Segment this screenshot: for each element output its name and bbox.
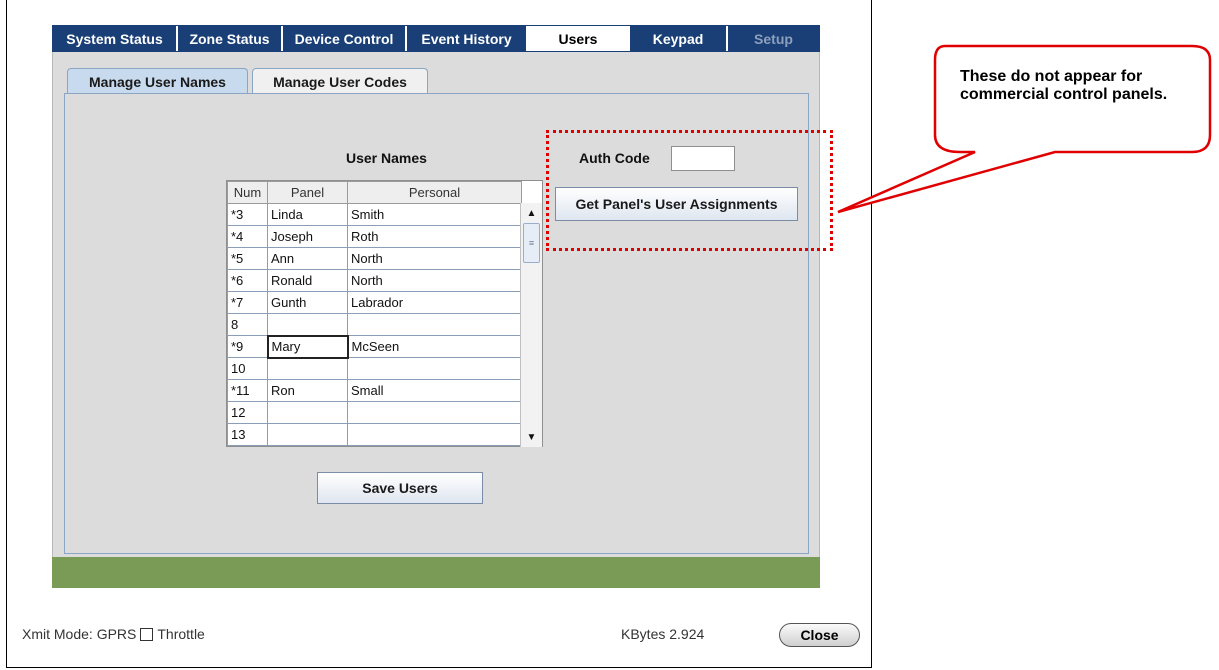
callout-text: These do not appear for commercial contr… bbox=[960, 68, 1168, 103]
tab-system-status[interactable]: System Status bbox=[53, 26, 178, 51]
personal-name-cell[interactable]: Small bbox=[347, 379, 522, 402]
column-header-personal[interactable]: Personal bbox=[347, 181, 522, 204]
column-header-num[interactable]: Num bbox=[227, 181, 268, 204]
kbytes-readout: KBytes 2.924 bbox=[621, 626, 705, 642]
personal-name-cell[interactable] bbox=[347, 423, 522, 446]
table-row[interactable]: *11 Ron Small bbox=[227, 379, 522, 402]
row-num-cell: *6 bbox=[227, 269, 268, 292]
panel-name-cell[interactable]: Mary bbox=[266, 334, 349, 359]
throttle-label: Throttle bbox=[157, 626, 205, 642]
user-names-table: Num Panel Personal *3 Linda Smith *4 Joseph R… bbox=[226, 180, 543, 447]
panel-name-cell[interactable] bbox=[267, 423, 348, 446]
throttle-checkbox[interactable] bbox=[140, 627, 154, 641]
panel-name-cell[interactable]: Linda bbox=[267, 203, 348, 226]
row-num-cell: 12 bbox=[227, 401, 268, 424]
scroll-up-icon[interactable]: ▲ bbox=[521, 203, 542, 223]
personal-name-cell[interactable] bbox=[347, 357, 522, 380]
personal-name-cell[interactable]: North bbox=[347, 269, 522, 292]
tab-users[interactable]: Users bbox=[528, 26, 630, 51]
table-row[interactable]: 10 bbox=[227, 357, 522, 380]
table-row[interactable]: *4 Joseph Roth bbox=[227, 225, 522, 248]
scroll-down-icon[interactable]: ▼ bbox=[521, 427, 542, 447]
panel-name-cell[interactable] bbox=[267, 401, 348, 424]
table-row[interactable]: *7 Gunth Labrador bbox=[227, 291, 522, 314]
column-header-panel[interactable]: Panel bbox=[267, 181, 348, 204]
table-row[interactable]: 8 bbox=[227, 313, 522, 336]
save-users-button[interactable]: Save Users bbox=[317, 472, 483, 504]
table-row[interactable]: *9 Mary McSeen bbox=[227, 334, 522, 359]
subtab-manage-user-codes[interactable]: Manage User Codes bbox=[252, 68, 428, 94]
table-row[interactable]: 13 bbox=[227, 423, 522, 446]
top-nav: System Status Zone Status Device Control… bbox=[52, 25, 820, 52]
row-num-cell: 13 bbox=[227, 423, 268, 446]
tab-setup: Setup bbox=[754, 30, 793, 47]
personal-name-cell[interactable] bbox=[347, 313, 522, 336]
xmit-mode-text: Xmit Mode: GPRS bbox=[22, 626, 137, 642]
tab-zone-status[interactable]: Zone Status bbox=[178, 26, 283, 51]
scroll-thumb[interactable]: ≡ bbox=[523, 223, 540, 263]
row-num-cell: *7 bbox=[227, 291, 268, 314]
highlight-box bbox=[546, 130, 833, 251]
table-row[interactable]: *3 Linda Smith bbox=[227, 203, 522, 226]
status-color-bar bbox=[52, 557, 820, 588]
subtab-manage-user-names[interactable]: Manage User Names bbox=[67, 68, 248, 95]
user-names-title: User Names bbox=[346, 150, 427, 166]
panel-name-cell[interactable] bbox=[267, 313, 348, 336]
personal-name-cell[interactable]: McSeen bbox=[347, 335, 522, 358]
personal-name-cell[interactable] bbox=[347, 401, 522, 424]
panel-name-cell[interactable]: Ronald bbox=[267, 269, 348, 292]
personal-name-cell[interactable]: Smith bbox=[347, 203, 522, 226]
tab-event-history[interactable]: Event History bbox=[407, 26, 528, 51]
tab-device-control[interactable]: Device Control bbox=[283, 26, 407, 51]
row-num-cell: *9 bbox=[227, 335, 268, 358]
close-button[interactable]: Close bbox=[779, 623, 860, 647]
tab-keypad[interactable]: Keypad bbox=[630, 26, 728, 51]
table-row[interactable]: *5 Ann North bbox=[227, 247, 522, 270]
panel-name-cell[interactable]: Gunth bbox=[267, 291, 348, 314]
users-grid: Num Panel Personal *3 Linda Smith *4 Joseph R… bbox=[227, 181, 522, 446]
row-num-cell: 8 bbox=[227, 313, 268, 336]
table-row[interactable]: *6 Ronald North bbox=[227, 269, 522, 292]
table-scrollbar[interactable]: ▲ ≡ ▼ bbox=[520, 203, 542, 447]
table-row[interactable]: 12 bbox=[227, 401, 522, 424]
row-num-cell: *5 bbox=[227, 247, 268, 270]
row-num-cell: *3 bbox=[227, 203, 268, 226]
panel-name-cell[interactable]: Ron bbox=[267, 379, 348, 402]
personal-name-cell[interactable]: North bbox=[347, 247, 522, 270]
panel-name-cell[interactable]: Joseph bbox=[267, 225, 348, 248]
row-num-cell: *11 bbox=[227, 379, 268, 402]
panel-name-cell[interactable] bbox=[267, 357, 348, 380]
xmit-mode-status: Xmit Mode: GPRS Throttle bbox=[22, 626, 205, 642]
personal-name-cell[interactable]: Roth bbox=[347, 225, 522, 248]
personal-name-cell[interactable]: Labrador bbox=[347, 291, 522, 314]
row-num-cell: 10 bbox=[227, 357, 268, 380]
row-num-cell: *4 bbox=[227, 225, 268, 248]
panel-name-cell[interactable]: Ann bbox=[267, 247, 348, 270]
